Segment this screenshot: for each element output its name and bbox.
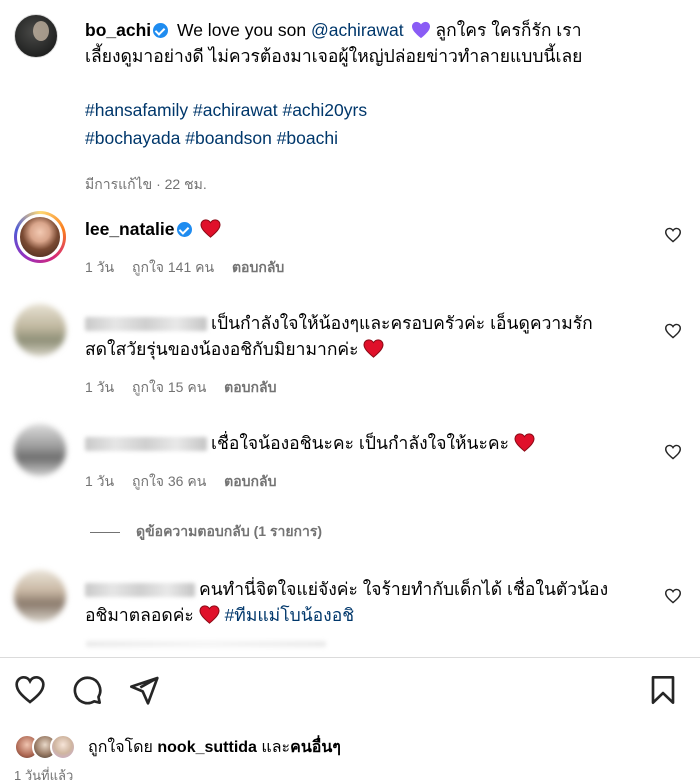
comment-time: 1 วัน	[85, 473, 115, 489]
caption-mention[interactable]: @achirawat	[311, 20, 404, 40]
comment-meta: 1 วัน ถูกใจ 15 คน ตอบกลับ	[85, 377, 291, 399]
red-heart-emoji	[200, 219, 221, 238]
comment-body: lee_natalie	[85, 216, 645, 242]
hashtags-line2[interactable]: #bochayada #boandson #boachi	[85, 124, 367, 152]
comment-text-line1: คนทำนี่จิตใจแย่จังค่ะ ใจร้ายทำกับเด็กได้…	[199, 579, 609, 599]
like-heart-icon[interactable]	[664, 588, 682, 604]
comment-text-line2: อชิมาตลอดค่ะ	[85, 605, 194, 625]
bookmark-icon[interactable]	[647, 674, 679, 706]
comment-icon[interactable]	[71, 674, 103, 706]
commenter-username-blurred[interactable]	[85, 317, 207, 332]
comment-hashtag[interactable]: #ทีมแม่โบน้องอชิ	[225, 605, 355, 625]
edited-timestamp: มีการแก้ไข · 22 ชม.	[85, 176, 207, 192]
commenter-avatar[interactable]	[14, 570, 66, 622]
view-replies-divider	[90, 531, 120, 533]
post-action-bar	[0, 670, 700, 710]
author-username[interactable]: bo_achi	[85, 20, 151, 40]
purple-heart-emoji	[411, 21, 430, 39]
comment-text-line2: สดใสวัยรุ่นของน้องอชิกับมิยามากค่ะ	[85, 339, 359, 359]
reply-button[interactable]: ตอบกลับ	[232, 259, 284, 275]
verified-badge-icon	[153, 23, 169, 38]
comment-text-line1: เชื่อใจน้องอชินะคะ เป็นกำลังใจให้นะคะ	[211, 433, 509, 453]
commenter-avatar[interactable]	[14, 304, 66, 356]
comment-meta: 1 วัน ถูกใจ 36 คน ตอบกลับ	[85, 471, 291, 493]
like-heart-icon[interactable]	[664, 227, 682, 243]
red-heart-emoji	[363, 339, 384, 358]
caption-hashtags: #hansafamily #achirawat #achi20yrs #boch…	[85, 96, 367, 152]
view-replies-label: ดูข้อความตอบกลับ (1 รายการ)	[136, 523, 323, 539]
comment-likes[interactable]: ถูกใจ 141 คน	[132, 259, 214, 275]
cut-off-comment-meta	[86, 641, 326, 647]
liked-by-prefix: ถูกใจโดย	[88, 738, 153, 756]
comment-meta: 1 วัน ถูกใจ 141 คน ตอบกลับ	[85, 257, 298, 279]
share-icon[interactable]	[128, 674, 160, 706]
comment-text-line1: เป็นกำลังใจให้น้องๆและครอบครัวค่ะ เอ็นดู…	[211, 313, 593, 333]
caption-text-start: We love you son	[177, 20, 307, 40]
author-avatar[interactable]	[14, 14, 58, 58]
liked-by-user[interactable]: nook_suttida	[157, 739, 257, 756]
caption-text: bo_achi We love you son @achirawat ลูกใค…	[85, 17, 685, 69]
comment-likes[interactable]: ถูกใจ 36 คน	[132, 473, 206, 489]
view-replies-button[interactable]: ดูข้อความตอบกลับ (1 รายการ)	[90, 521, 322, 543]
caption-text-end: ลูกใคร ใครก็รัก เรา	[435, 20, 582, 40]
commenter-username-blurred[interactable]	[85, 437, 207, 452]
reply-button[interactable]: ตอบกลับ	[224, 473, 276, 489]
liked-by-others[interactable]: คนอื่นๆ	[290, 739, 341, 756]
reply-button[interactable]: ตอบกลับ	[224, 379, 276, 395]
commenter-avatar[interactable]	[14, 424, 66, 476]
red-heart-emoji	[514, 433, 535, 452]
red-heart-emoji	[199, 605, 220, 624]
comment-body: เชื่อใจน้องอชินะคะ เป็นกำลังใจให้นะคะ	[85, 430, 645, 456]
like-post-heart-icon[interactable]	[14, 674, 46, 706]
like-heart-icon[interactable]	[664, 444, 682, 460]
comment-time: 1 วัน	[85, 379, 115, 395]
commenter-avatar[interactable]	[14, 211, 66, 263]
like-heart-icon[interactable]	[664, 323, 682, 339]
caption-text-line2: เลี้ยงดูมาอย่างดี ไม่ควรต้องมาเจอผู้ใหญ่…	[85, 46, 583, 66]
post-time-ago: 1 วันที่แล้ว	[14, 768, 74, 783]
comment-time: 1 วัน	[85, 259, 115, 275]
commenter-username[interactable]: lee_natalie	[85, 219, 175, 239]
hashtags-line1[interactable]: #hansafamily #achirawat #achi20yrs	[85, 96, 367, 124]
actions-divider	[0, 657, 700, 658]
comment-likes[interactable]: ถูกใจ 15 คน	[132, 379, 206, 395]
liked-by-row[interactable]: ถูกใจโดย nook_suttida และคนอื่นๆ	[14, 732, 341, 762]
liker-avatar	[50, 734, 76, 760]
commenter-username-blurred[interactable]	[85, 583, 195, 598]
liked-by-and: และ	[261, 738, 291, 756]
liked-by-text: ถูกใจโดย nook_suttida และคนอื่นๆ	[88, 735, 341, 760]
comment-body: เป็นกำลังใจให้น้องๆและครอบครัวค่ะ เอ็นดู…	[85, 310, 645, 362]
verified-badge-icon	[176, 222, 192, 237]
comment-body: คนทำนี่จิตใจแย่จังค่ะ ใจร้ายทำกับเด็กได้…	[85, 576, 645, 628]
